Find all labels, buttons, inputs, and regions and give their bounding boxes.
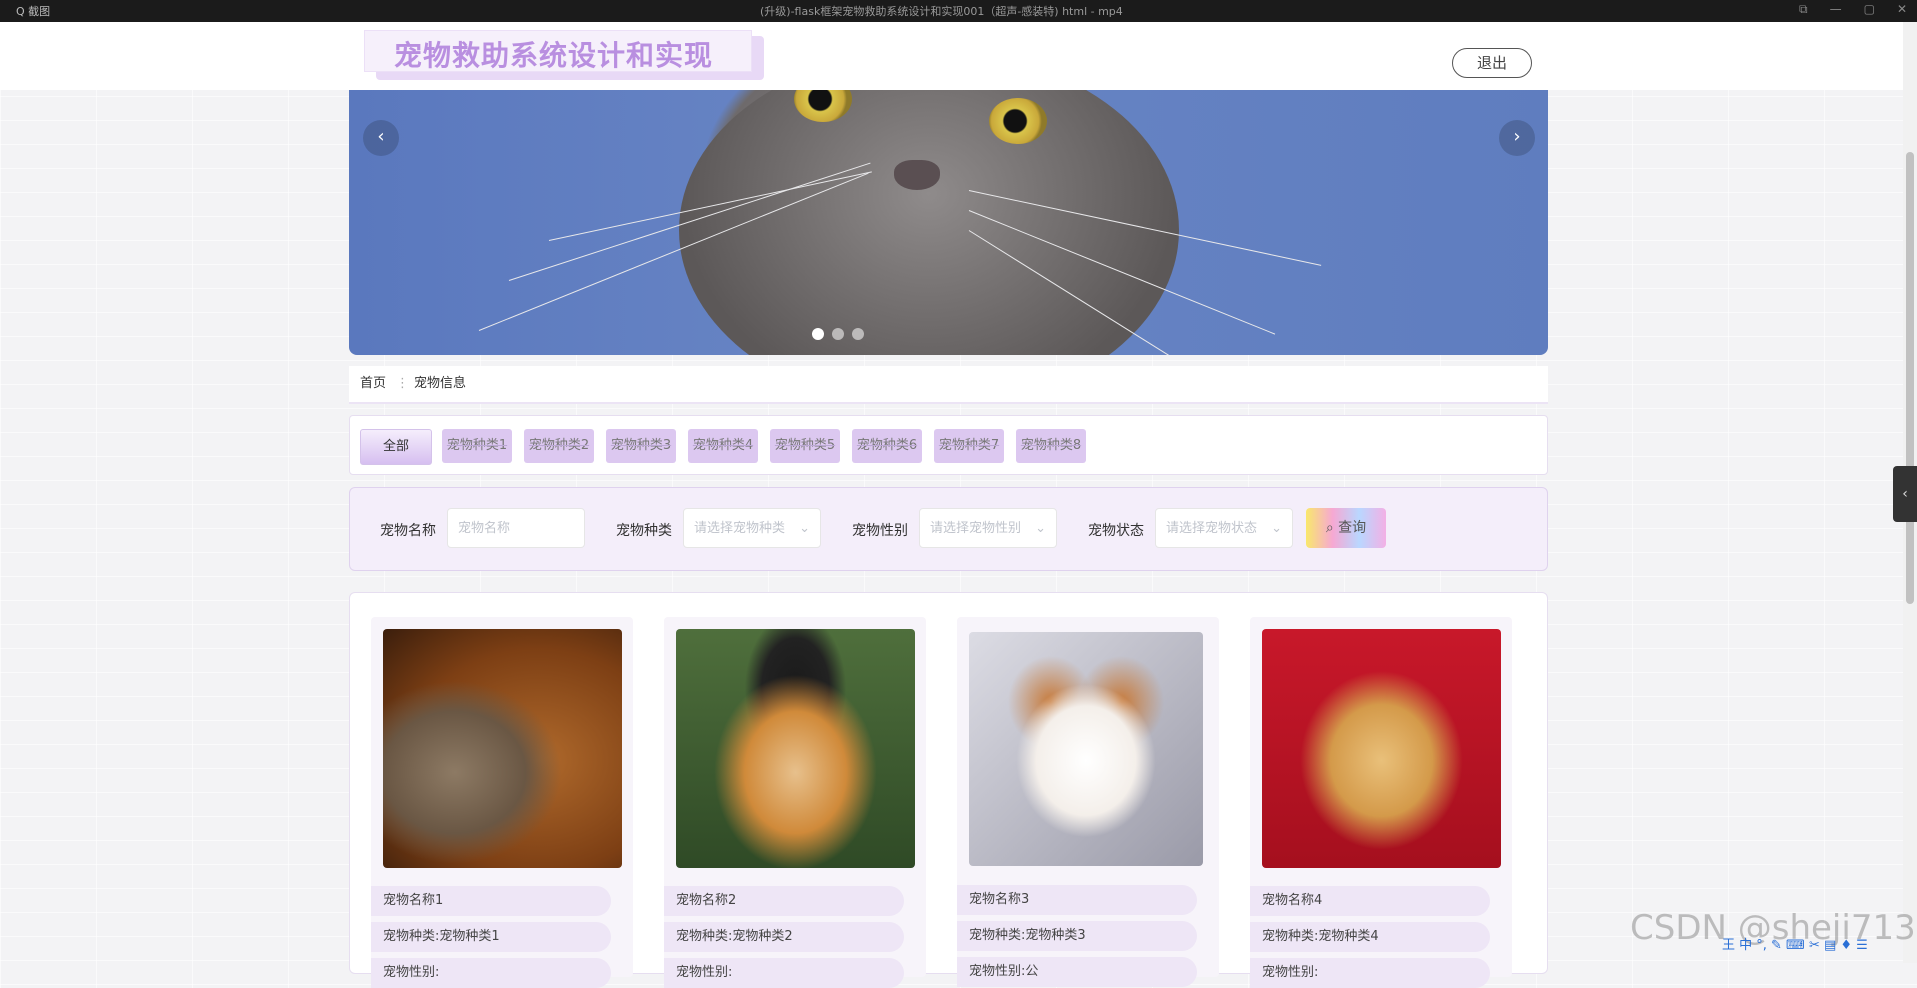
carousel-next-button[interactable]: › [1499, 120, 1535, 156]
pet-photo[interactable] [676, 629, 915, 868]
category-button[interactable]: 宠物种类1 [442, 429, 512, 463]
cat-nose [894, 160, 940, 190]
pet-name: 宠物名称4 [1250, 886, 1490, 916]
pet-type: 宠物种类:宠物种类2 [664, 922, 904, 952]
pet-gender-select[interactable]: 请选择宠物性别 ⌄ [919, 508, 1057, 548]
carousel-dot[interactable] [852, 328, 864, 340]
pet-name-input[interactable]: 宠物名称 [447, 508, 585, 548]
cat-eye [989, 98, 1047, 144]
pet-status-label: 宠物状态 [1088, 523, 1144, 539]
category-button[interactable]: 宠物种类3 [606, 429, 676, 463]
breadcrumb: 首页 ⋮ 宠物信息 [349, 366, 1548, 404]
chevron-down-icon: ⌄ [1271, 521, 1282, 536]
pet-type: 宠物种类:宠物种类4 [1250, 922, 1490, 952]
search-form: 宠物名称 宠物名称 宠物种类 请选择宠物种类 ⌄ 宠物性别 请选择宠物性别 ⌄ … [349, 487, 1548, 571]
category-all-button[interactable]: 全部 [360, 429, 432, 465]
pet-status-select[interactable]: 请选择宠物状态 ⌄ [1155, 508, 1293, 548]
window-title-bar: Q 截图 (升级)-flask框架宠物救助系统设计和实现001（超声-感装特) … [0, 0, 1917, 22]
close-icon[interactable]: ✕ [1897, 2, 1907, 17]
site-title: 宠物救助系统设计和实现 [394, 39, 714, 72]
carousel-indicators [812, 328, 864, 340]
category-button[interactable]: 宠物种类2 [524, 429, 594, 463]
pet-gender-label: 宠物性别 [852, 523, 908, 539]
query-button-label: 查询 [1338, 520, 1367, 536]
pet-type: 宠物种类:宠物种类3 [957, 921, 1197, 951]
screenshot-tool-label[interactable]: Q 截图 [16, 3, 50, 19]
site-logo[interactable]: 宠物救助系统设计和实现 [364, 30, 764, 80]
ime-toolbar[interactable]: 王 中 °, ✎ ⌨ ✂ ▤ ♦ ☰ [1722, 934, 1868, 953]
window-controls: ⧉ — ▢ ✕ [1799, 2, 1907, 17]
carousel-dot[interactable] [832, 328, 844, 340]
pet-photo[interactable] [383, 629, 622, 868]
side-panel-toggle[interactable]: ‹ [1893, 466, 1917, 522]
breadcrumb-separator: ⋮ [396, 376, 409, 391]
category-button[interactable]: 宠物种类4 [688, 429, 758, 463]
pet-name-label: 宠物名称 [380, 523, 436, 539]
site-header: 宠物救助系统设计和实现 退出 [0, 22, 1917, 90]
pet-card-list: 宠物名称1 宠物种类:宠物种类1 宠物性别: 宠物名称2 宠物种类:宠物种类2 … [349, 592, 1548, 988]
chevron-down-icon: ⌄ [799, 521, 810, 536]
pet-photo[interactable] [969, 632, 1203, 866]
carousel-dot[interactable] [812, 328, 824, 340]
category-button[interactable]: 宠物种类6 [852, 429, 922, 463]
pet-photo[interactable] [1262, 629, 1501, 868]
pet-card[interactable]: 宠物名称2 宠物种类:宠物种类2 宠物性别: [664, 617, 926, 988]
category-button[interactable]: 宠物种类8 [1016, 429, 1086, 463]
breadcrumb-home[interactable]: 首页 [360, 366, 386, 402]
pet-card[interactable]: 宠物名称1 宠物种类:宠物种类1 宠物性别: [371, 617, 633, 988]
pet-type-select[interactable]: 请选择宠物种类 ⌄ [683, 508, 821, 548]
pet-name: 宠物名称1 [371, 886, 611, 916]
search-icon: ⌕ [1325, 520, 1334, 536]
carousel-prev-button[interactable]: ‹ [363, 120, 399, 156]
category-button[interactable]: 宠物种类5 [770, 429, 840, 463]
pin-icon[interactable]: ⧉ [1799, 2, 1808, 17]
pet-type-label: 宠物种类 [616, 523, 672, 539]
window-title: (升级)-flask框架宠物救助系统设计和实现001（超声-感装特) html … [760, 5, 1123, 18]
banner-carousel: ‹ › [349, 90, 1548, 355]
query-button[interactable]: ⌕ 查询 [1306, 508, 1386, 548]
maximize-icon[interactable]: ▢ [1864, 2, 1875, 17]
pet-type: 宠物种类:宠物种类1 [371, 922, 611, 952]
pet-card[interactable]: 宠物名称4 宠物种类:宠物种类4 宠物性别: [1250, 617, 1512, 988]
minimize-icon[interactable]: — [1830, 2, 1842, 17]
pet-gender: 宠物性别:公 [957, 957, 1197, 987]
logout-button[interactable]: 退出 [1452, 48, 1532, 78]
breadcrumb-current: 宠物信息 [414, 376, 467, 391]
chevron-left-icon: ‹ [1902, 486, 1908, 502]
chevron-down-icon: ⌄ [1035, 521, 1046, 536]
pet-name: 宠物名称3 [957, 885, 1197, 915]
pet-name: 宠物名称2 [664, 886, 904, 916]
category-button[interactable]: 宠物种类7 [934, 429, 1004, 463]
pet-card[interactable]: 宠物名称3 宠物种类:宠物种类3 宠物性别:公 [957, 617, 1219, 987]
scrollbar-thumb[interactable] [1906, 152, 1914, 604]
category-filter-bar: 全部 宠物种类1 宠物种类2 宠物种类3 宠物种类4 宠物种类5 宠物种类6 宠… [349, 415, 1548, 475]
